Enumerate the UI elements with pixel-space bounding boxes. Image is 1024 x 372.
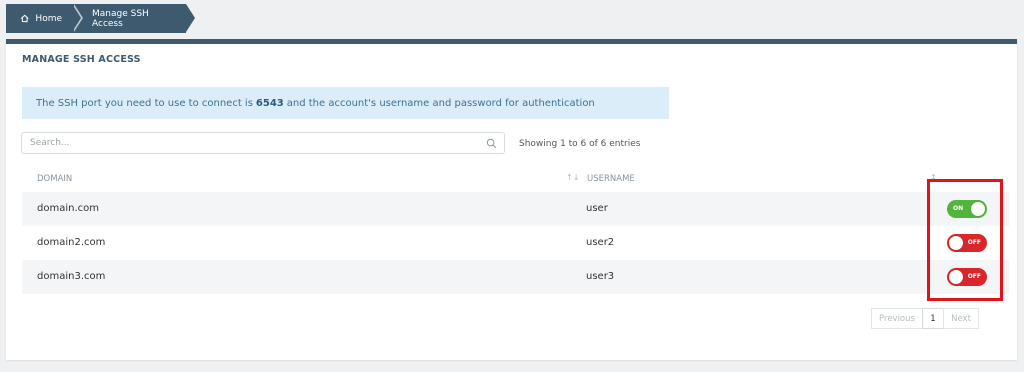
- ssh-toggle[interactable]: OFF: [947, 234, 987, 252]
- toggle-knob: [949, 270, 963, 284]
- search-icon[interactable]: [486, 138, 497, 149]
- toggle-knob: [971, 202, 985, 216]
- home-icon: [20, 14, 29, 23]
- domain-cell: domain2.com: [37, 237, 106, 248]
- username-cell: user2: [586, 237, 615, 248]
- domain-cell: domain.com: [37, 203, 99, 214]
- ssh-access-panel: MANAGE SSH ACCESS The SSH port you need …: [6, 39, 1017, 360]
- toggle-label: OFF: [967, 273, 981, 280]
- next-page-button[interactable]: Next: [943, 308, 979, 329]
- toggle-knob: [949, 236, 963, 250]
- info-prefix: The SSH port you need to use to connect …: [36, 97, 253, 109]
- sort-icon[interactable]: ↕: [930, 173, 937, 182]
- info-suffix: and the account's username and password …: [286, 97, 595, 109]
- page-number-button[interactable]: 1: [922, 308, 944, 329]
- search-input[interactable]: [30, 138, 470, 148]
- ssh-port-value: 6543: [255, 97, 284, 109]
- table-row: domain3.com user3 OFF: [22, 260, 1009, 294]
- domain-cell: domain3.com: [37, 271, 106, 282]
- breadcrumb-home[interactable]: Home: [6, 4, 83, 33]
- table-header: DOMAIN ↑↓ USERNAME ↕: [22, 166, 1009, 192]
- username-cell: user: [586, 203, 608, 214]
- entries-info: Showing 1 to 6 of 6 entries: [519, 139, 641, 149]
- breadcrumb-home-label: Home: [35, 13, 62, 24]
- ssh-toggle[interactable]: ON: [947, 200, 987, 218]
- toggle-label: ON: [953, 205, 964, 212]
- toggle-label: OFF: [967, 239, 981, 246]
- ssh-toggle[interactable]: OFF: [947, 268, 987, 286]
- previous-page-button[interactable]: Previous: [871, 308, 923, 329]
- column-header-domain[interactable]: DOMAIN: [37, 174, 72, 184]
- pagination: Previous 1 Next: [871, 308, 979, 329]
- table-row: domain2.com user2 OFF: [22, 226, 1009, 260]
- sort-icon[interactable]: ↑↓: [566, 173, 579, 182]
- search-box: [21, 132, 505, 154]
- breadcrumb-current: Manage SSH Access: [72, 4, 195, 33]
- table-row: domain.com user ON: [22, 192, 1009, 226]
- username-cell: user3: [586, 271, 615, 282]
- page-title: MANAGE SSH ACCESS: [22, 54, 141, 65]
- breadcrumb: Home Manage SSH Access: [6, 4, 195, 33]
- breadcrumb-current-label: Manage SSH Access: [92, 8, 149, 29]
- column-header-username[interactable]: USERNAME: [587, 174, 635, 184]
- info-alert: The SSH port you need to use to connect …: [22, 87, 669, 119]
